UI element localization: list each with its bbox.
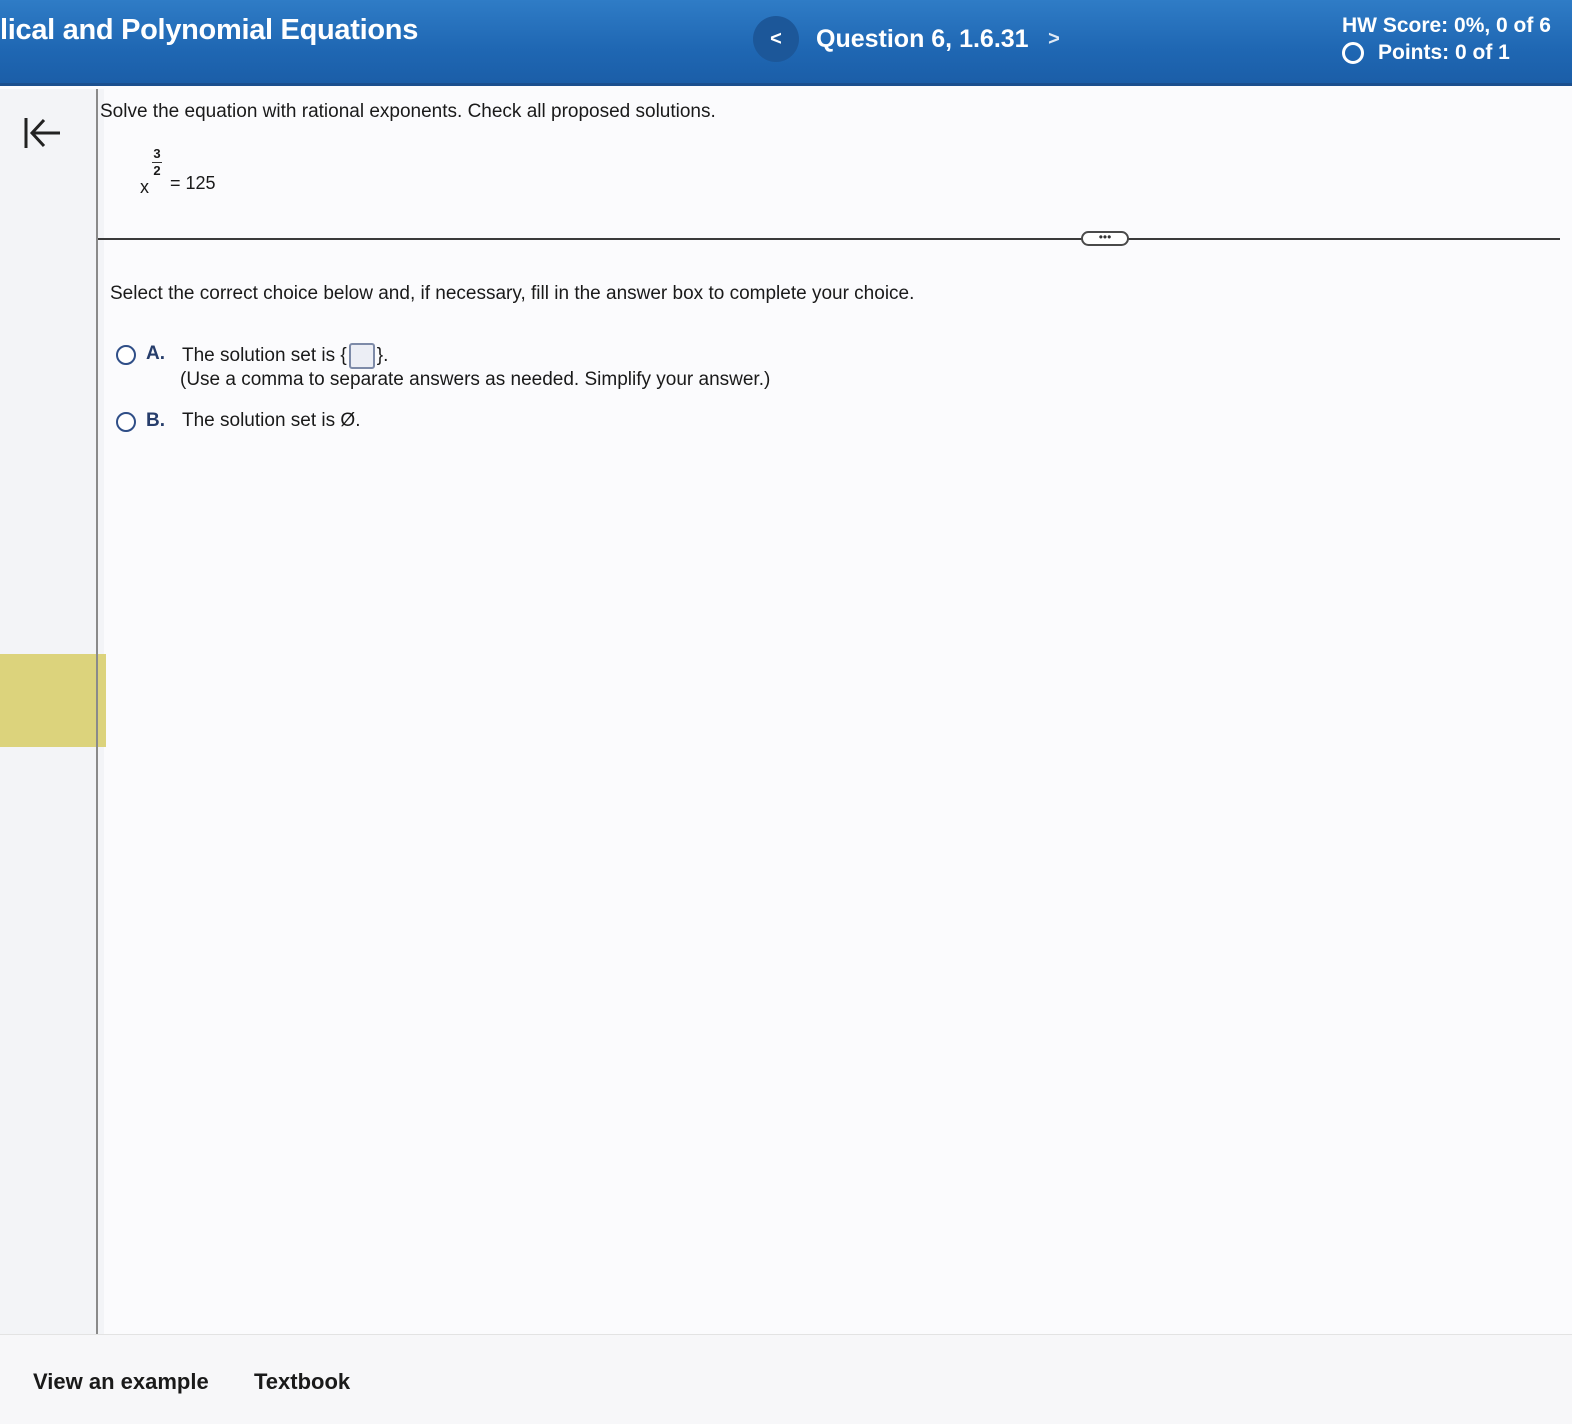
choice-a-radio[interactable] <box>116 345 136 365</box>
hw-score: HW Score: 0%, 0 of 6 <box>1342 14 1551 37</box>
chevron-right-icon: > <box>1048 27 1060 50</box>
choice-b[interactable]: B. The solution set is Ø. <box>116 410 360 432</box>
choice-a-letter: A. <box>146 343 165 364</box>
exponent-fraction: 3 2 <box>151 147 163 178</box>
answer-instruction: Select the correct choice below and, if … <box>110 283 915 304</box>
more-options-button[interactable]: ••• <box>1081 231 1129 246</box>
question-panel: Solve the equation with rational exponen… <box>96 89 1572 1334</box>
assignment-title: lical and Polynomial Equations <box>0 14 419 46</box>
next-question-button[interactable]: > <box>1031 16 1077 62</box>
equation-base: x <box>140 177 149 197</box>
chevron-left-icon: < <box>770 27 782 50</box>
left-rail <box>0 89 106 1334</box>
choice-b-letter: B. <box>146 410 165 431</box>
choice-a-text-before: The solution set is { <box>182 345 347 367</box>
choice-a-text: The solution set is {}. <box>182 343 388 369</box>
textbook-link[interactable]: Textbook <box>254 1369 350 1395</box>
footer-bar: View an example Textbook <box>0 1334 1572 1424</box>
question-prompt: Solve the equation with rational exponen… <box>100 101 716 122</box>
points-label: Points: 0 of 1 <box>1378 41 1510 64</box>
question-label: Question 6, 1.6.31 <box>816 25 1029 53</box>
choice-b-text: The solution set is Ø. <box>182 410 361 431</box>
points-status: Points: 0 of 1 <box>1342 41 1510 65</box>
solution-answer-box[interactable] <box>348 343 375 369</box>
view-example-link[interactable]: View an example <box>33 1369 209 1395</box>
choice-a-text-after: }. <box>376 345 389 367</box>
top-header: lical and Polynomial Equations < Questio… <box>0 0 1572 86</box>
choice-a-hint: (Use a comma to separate answers as need… <box>180 369 771 390</box>
exponent-numerator: 3 <box>153 146 161 161</box>
previous-question-button[interactable]: < <box>753 16 799 62</box>
choice-a[interactable]: A. The solution set is {}. <box>116 343 388 369</box>
section-separator <box>98 238 1560 240</box>
highlight-strip <box>0 654 106 747</box>
choice-b-radio[interactable] <box>116 412 136 432</box>
collapse-panel-button[interactable] <box>22 115 62 151</box>
circle-outline-icon <box>1342 42 1364 64</box>
exponent-denominator: 2 <box>153 163 161 178</box>
collapse-left-icon <box>24 118 60 148</box>
equation-rhs: = 125 <box>170 173 216 193</box>
panel-divider <box>96 89 98 1334</box>
